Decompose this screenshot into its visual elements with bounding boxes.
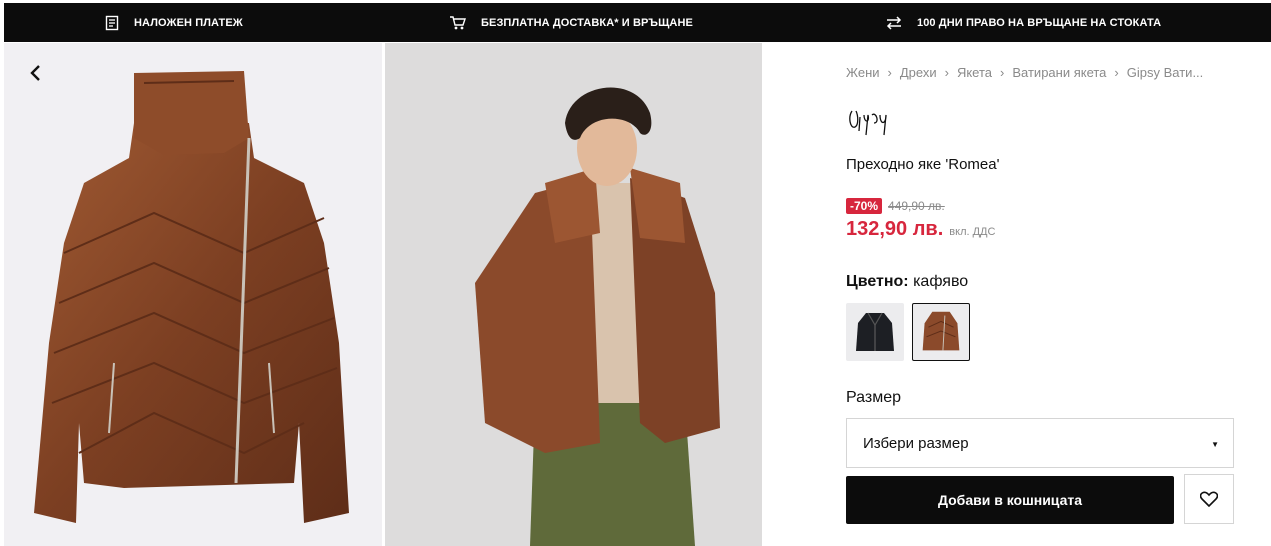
size-select[interactable]: Избери размер ▼ [846, 418, 1234, 468]
topbar-item-cod: НАЛОЖЕН ПЛАТЕЖ [104, 3, 243, 42]
size-label: Размер [846, 389, 901, 406]
breadcrumb-item-clothing[interactable]: Дрехи [900, 65, 937, 80]
chevron-right-icon: › [944, 65, 949, 80]
receipt-icon [104, 15, 120, 31]
add-to-cart-button[interactable]: Добави в кошницата [846, 476, 1174, 524]
product-title: Преходно яке 'Romea' [846, 156, 1000, 173]
chevron-right-icon: › [1114, 65, 1119, 80]
photo-icon [385, 43, 762, 546]
breadcrumb: Жени › Дрехи › Якета › Ватирани якета › … [846, 65, 1234, 80]
jacket-product-image[interactable] [4, 43, 382, 546]
brown-jacket-icon [922, 311, 960, 351]
breadcrumb-item-padded-jackets[interactable]: Ватирани якета [1012, 65, 1106, 80]
color-swatch-black[interactable] [846, 303, 904, 361]
caret-down-icon: ▼ [1211, 440, 1219, 449]
chevron-right-icon: › [887, 65, 892, 80]
topbar-item-returns: 100 ДНИ ПРАВО НА ВРЪЩАНЕ НА СТОКАТА [885, 3, 1161, 42]
topbar-item-label: 100 ДНИ ПРАВО НА ВРЪЩАНЕ НА СТОКАТА [917, 16, 1162, 29]
color-value: кафяво [913, 273, 969, 290]
price-row: 132,90 лв. вкл. ДДС [846, 218, 995, 241]
product-panel: Жени › Дрехи › Якета › Ватирани якета › … [846, 43, 1234, 546]
color-label: Цветно: [846, 273, 909, 290]
topbar-item-delivery: БЕЗПЛАТНА ДОСТАВКА* И ВРЪЩАНЕ [449, 3, 693, 42]
chevron-right-icon: › [1000, 65, 1005, 80]
vat-note: вкл. ДДС [949, 226, 996, 238]
color-swatch-brown[interactable] [912, 303, 970, 361]
size-select-value: Избери размер [863, 434, 969, 452]
breadcrumb-item-women[interactable]: Жени [846, 65, 880, 80]
exchange-arrows-icon [885, 15, 903, 30]
model-wearing-jacket-image[interactable] [385, 43, 762, 546]
jacket-icon [34, 71, 349, 523]
cart-icon [449, 15, 467, 31]
wishlist-button[interactable] [1184, 474, 1234, 524]
discount-badge: -70% [846, 198, 883, 214]
announcement-bar: НАЛОЖЕН ПЛАТЕЖ БЕЗПЛАТНА ДОСТАВКА* И ВРЪ… [4, 3, 1271, 42]
current-price: 132,90 лв. [846, 218, 944, 240]
heart-icon [1200, 491, 1218, 507]
topbar-item-label: БЕЗПЛАТНА ДОСТАВКА* И ВРЪЩАНЕ [481, 16, 693, 29]
color-heading: Цветно: кафяво [846, 273, 968, 291]
price-old-row: -70% 449,90 лв. [846, 198, 945, 214]
topbar-item-label: НАЛОЖЕН ПЛАТЕЖ [134, 16, 243, 29]
breadcrumb-item-jackets[interactable]: Якета [957, 65, 992, 80]
black-jacket-icon [856, 312, 894, 351]
brand-logo[interactable] [846, 101, 890, 139]
old-price: 449,90 лв. [888, 199, 945, 213]
breadcrumb-item-current[interactable]: Gipsy Вати... [1127, 65, 1204, 80]
